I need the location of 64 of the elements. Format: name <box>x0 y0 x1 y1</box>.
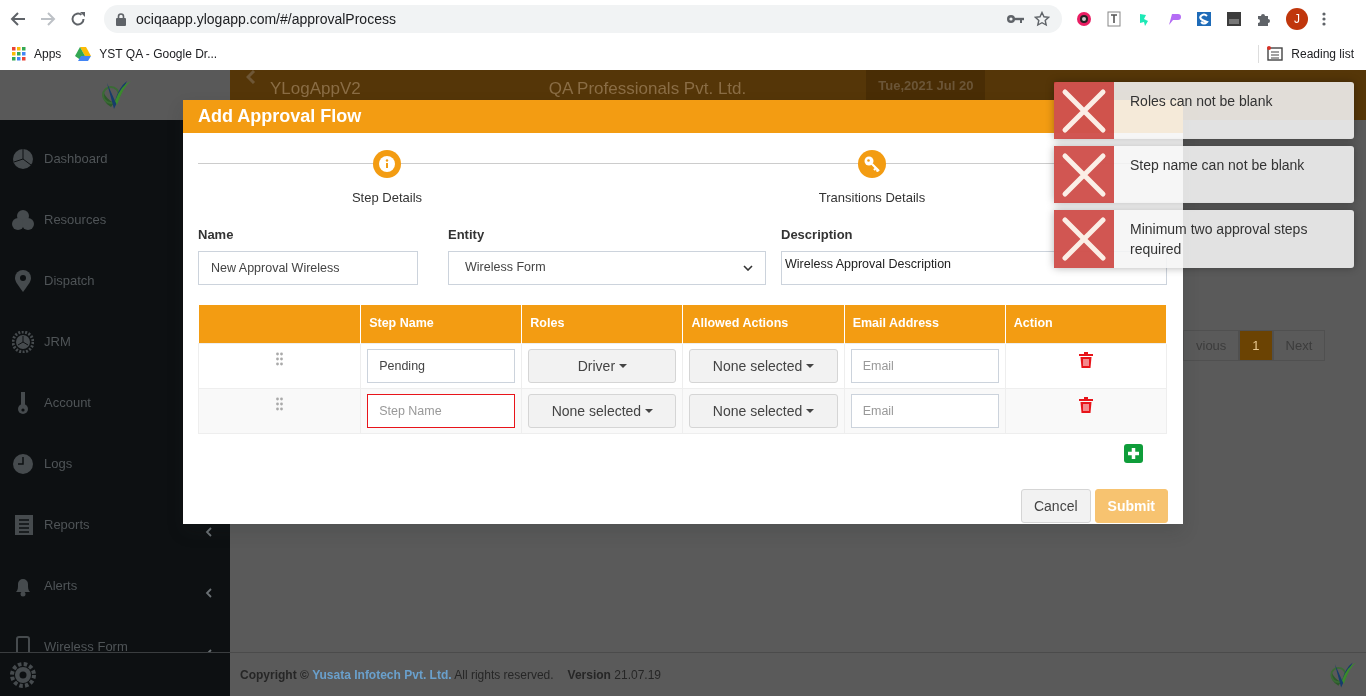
drag-handle-icon[interactable] <box>276 351 284 368</box>
step-name-field[interactable]: Pending <box>367 349 516 383</box>
add-icon[interactable] <box>1124 444 1143 463</box>
key-icon[interactable] <box>1006 14 1024 24</box>
extension-icon[interactable] <box>1226 11 1242 27</box>
star-icon[interactable] <box>1034 11 1050 27</box>
trash-icon[interactable] <box>1078 351 1093 368</box>
roles-dropdown[interactable]: Driver <box>528 349 677 383</box>
menu-icon[interactable] <box>1322 11 1326 27</box>
caret-icon <box>645 409 654 413</box>
name-field[interactable]: New Approval Wireless <box>198 250 418 285</box>
roles-dropdown[interactable]: None selected <box>528 394 677 428</box>
close-icon <box>1061 216 1107 262</box>
caret-icon <box>806 409 815 413</box>
key-icon <box>864 156 880 172</box>
reload-icon[interactable] <box>70 11 86 27</box>
url-text: ociqaapp.ylogapp.com/#/approvalProcess <box>136 9 397 29</box>
circles-icon <box>12 208 34 231</box>
actions-dropdown[interactable]: None selected <box>689 394 838 428</box>
trash-icon[interactable] <box>1078 396 1093 413</box>
map-pin-icon <box>12 269 34 292</box>
app-title: YLogAppV2 <box>270 78 361 100</box>
page-link[interactable]: 1 <box>1239 330 1273 361</box>
step-label: Transitions Details <box>818 189 926 207</box>
field-label: Name <box>198 226 234 244</box>
caret-icon <box>619 364 628 368</box>
profile-avatar[interactable]: J <box>1286 8 1308 30</box>
step-label: Step Details <box>351 189 423 207</box>
drag-handle-icon[interactable] <box>276 396 284 413</box>
bookmark-link[interactable]: Apps <box>12 45 62 63</box>
email-field[interactable]: Email <box>850 349 999 383</box>
field-label: Description <box>781 226 853 244</box>
back-icon[interactable] <box>10 11 26 27</box>
info-icon <box>379 156 395 172</box>
bookmark-link[interactable]: YST QA - Google Dr... <box>75 45 218 63</box>
column-header: Email Address <box>852 316 939 331</box>
cancel-button[interactable]: Cancel <box>1020 489 1091 523</box>
column-header: Step Name <box>369 316 434 331</box>
list-icon <box>1267 46 1284 62</box>
reading-list-button[interactable]: Reading list <box>1258 45 1354 63</box>
address-bar[interactable]: ociqaapp.ylogapp.com/#/approvalProcess <box>104 5 1062 33</box>
puzzle-icon[interactable] <box>1256 11 1272 27</box>
extension-icon[interactable] <box>1076 11 1092 27</box>
document-icon <box>12 513 34 536</box>
close-icon <box>1061 88 1107 134</box>
close-icon <box>1061 152 1107 198</box>
toast-message: Step name can not be blank <box>1129 156 1306 175</box>
email-field[interactable]: Email <box>850 394 999 428</box>
actions-dropdown[interactable]: None selected <box>689 349 838 383</box>
pie-chart-icon <box>12 147 34 170</box>
column-header: Roles <box>530 316 565 331</box>
column-header: Allowed Actions <box>691 316 789 331</box>
gear-icon <box>12 330 34 353</box>
step-name-field[interactable]: Step Name <box>367 394 516 428</box>
triangle-icon <box>75 47 92 61</box>
caret-icon <box>806 364 815 368</box>
clock-icon <box>12 452 34 475</box>
grid-icon <box>12 47 26 61</box>
chevron-down-icon <box>743 264 753 271</box>
field-label: Entity <box>448 226 485 244</box>
column-header: Action <box>1013 316 1053 331</box>
lock-icon <box>116 12 126 26</box>
entity-select[interactable]: Wireless Form <box>448 250 766 285</box>
company-name: QA Professionals Pvt. Ltd. <box>548 78 747 100</box>
